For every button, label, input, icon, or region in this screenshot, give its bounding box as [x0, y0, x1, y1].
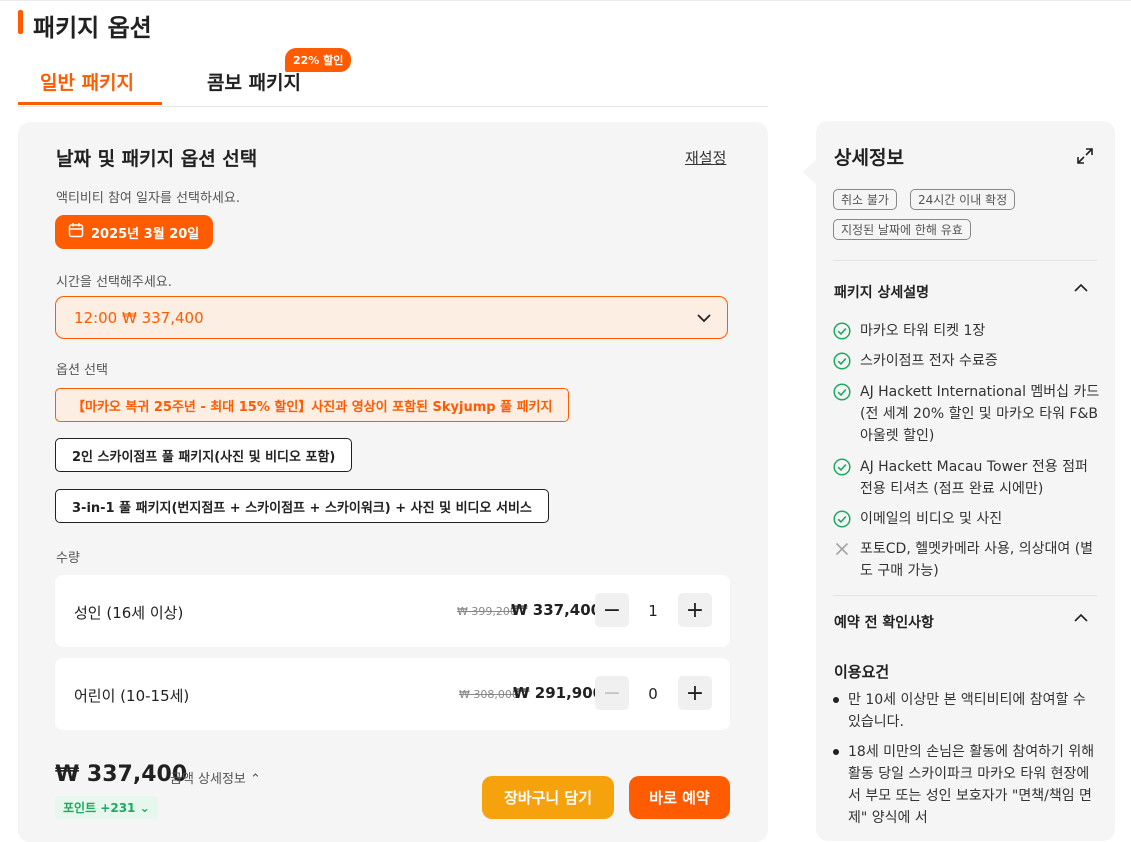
points-badge[interactable]: 포인트 +231 ⌄	[55, 796, 158, 819]
page-title: 패키지 옵션	[33, 14, 152, 42]
option-3in1-package[interactable]: 3-in-1 풀 패키지(번지점프 + 스카이점프 + 스카이워크) + 사진 …	[55, 489, 549, 523]
tab-general-package[interactable]: 일반 패키지	[40, 68, 134, 95]
details-panel: 상세정보 취소 불가 24시간 이내 확정 지정된 날짜에 한해 유효 패키지 …	[816, 121, 1115, 841]
total-price: ₩ 337,400	[55, 762, 188, 787]
decrease-button[interactable]: −	[595, 676, 629, 710]
quantity-row-child: 어린이 (10-15세) ₩ 308,000 ₩ 291,900 − 0 +	[55, 658, 730, 730]
date-select-button[interactable]: 2025년 3월 20일	[55, 215, 214, 249]
package-tabs: 일반 패키지 콤보 패키지 22% 할인	[18, 48, 768, 107]
panel-pointer	[803, 160, 816, 184]
tab-combo-package[interactable]: 콤보 패키지	[207, 68, 301, 95]
price-detail-toggle[interactable]: 금액 상세정보 ⌃	[170, 768, 261, 787]
notice-section-title[interactable]: 예약 전 확인사항	[834, 612, 934, 632]
tag-no-cancel: 취소 불가	[833, 189, 897, 210]
time-select-value: 12:00 ₩ 337,400	[74, 309, 204, 327]
option-skyjump-2person[interactable]: 2인 스카이점프 풀 패키지(사진 및 비디오 포함)	[55, 438, 353, 472]
requirement-item: 18세 미만의 손님은 활동에 참여하기 위해 활동 당일 스카이파크 마카오 …	[833, 741, 1095, 829]
included-item: 스카이점프 전자 수료증	[833, 350, 1103, 377]
quantity-label: 수량	[56, 551, 80, 566]
check-circle-icon	[833, 322, 851, 347]
price: ₩ 337,400	[511, 601, 602, 619]
original-price: ₩ 308,000	[459, 688, 519, 701]
chevron-down-icon	[696, 310, 712, 330]
tag-valid-date: 지정된 날짜에 한해 유효	[833, 219, 971, 240]
included-item: AJ Hackett International 멤버십 카드 (전 세계 20…	[833, 381, 1103, 447]
included-item: AJ Hackett Macau Tower 전용 점퍼 전용 티셔츠 (점프 …	[833, 456, 1103, 500]
bullet-dot	[833, 749, 839, 755]
title-accent-bar	[18, 10, 23, 34]
check-circle-icon	[833, 510, 851, 535]
expand-icon[interactable]	[1076, 147, 1094, 169]
top-divider	[0, 0, 1131, 1]
reset-link[interactable]: 재설정	[685, 147, 726, 168]
excluded-item: 포토CD, 헬멧카메라 사용, 의상대여 (별도 구매 가능)	[833, 538, 1103, 582]
details-title: 상세정보	[834, 147, 904, 169]
tag-confirm-24h: 24시간 이내 확정	[910, 189, 1016, 210]
included-item: 마카오 타워 티켓 1장	[833, 320, 1103, 347]
time-select[interactable]: 12:00 ₩ 337,400	[55, 296, 728, 339]
check-circle-icon	[833, 458, 851, 500]
x-icon	[833, 540, 851, 582]
time-prompt: 시간을 선택해주세요.	[56, 275, 172, 290]
ticket-type-label: 성인 (16세 이상)	[74, 604, 184, 622]
active-tab-indicator	[18, 102, 162, 105]
original-price: ₩ 399,200	[457, 605, 517, 618]
price: ₩ 291,900	[513, 684, 604, 702]
chevron-up-icon[interactable]	[1073, 280, 1089, 300]
decrease-button[interactable]: −	[595, 593, 629, 627]
increase-button[interactable]: +	[678, 676, 712, 710]
booking-title: 날짜 및 패키지 옵션 선택	[56, 148, 258, 170]
requirement-item: 만 10세 이상만 본 액티비티에 참여할 수 있습니다.	[833, 689, 1095, 733]
section-divider	[833, 260, 1097, 261]
chevron-up-icon[interactable]	[1073, 610, 1089, 630]
quantity-row-adult: 성인 (16세 이상) ₩ 399,200 ₩ 337,400 − 1 +	[55, 575, 730, 647]
quantity-value: 0	[648, 685, 658, 703]
quantity-value: 1	[648, 602, 658, 620]
booking-panel: 날짜 및 패키지 옵션 선택 재설정 액티비티 참여 일자를 선택하세요. 20…	[18, 122, 768, 842]
section-divider	[833, 595, 1097, 596]
check-circle-icon	[833, 383, 851, 447]
package-section-title[interactable]: 패키지 상세설명	[834, 282, 929, 302]
bullet-dot	[833, 697, 839, 703]
ticket-type-label: 어린이 (10-15세)	[74, 687, 190, 705]
add-to-cart-button[interactable]: 장바구니 담기	[482, 776, 614, 819]
combo-discount-badge: 22% 할인	[285, 48, 352, 72]
included-item: 이메일의 비디오 및 사진	[833, 508, 1103, 535]
requirements-title: 이용요건	[834, 663, 890, 681]
increase-button[interactable]: +	[678, 593, 712, 627]
check-circle-icon	[833, 352, 851, 377]
option-skyjump-anniversary[interactable]: 【마카오 복귀 25주년 - 최대 15% 할인】사진과 영상이 포함된 Sky…	[55, 388, 570, 422]
date-prompt: 액티비티 참여 일자를 선택하세요.	[56, 191, 240, 206]
options-label: 옵션 선택	[56, 363, 108, 378]
calendar-icon	[68, 222, 84, 242]
book-now-button[interactable]: 바로 예약	[629, 776, 730, 819]
date-value: 2025년 3월 20일	[91, 226, 200, 242]
